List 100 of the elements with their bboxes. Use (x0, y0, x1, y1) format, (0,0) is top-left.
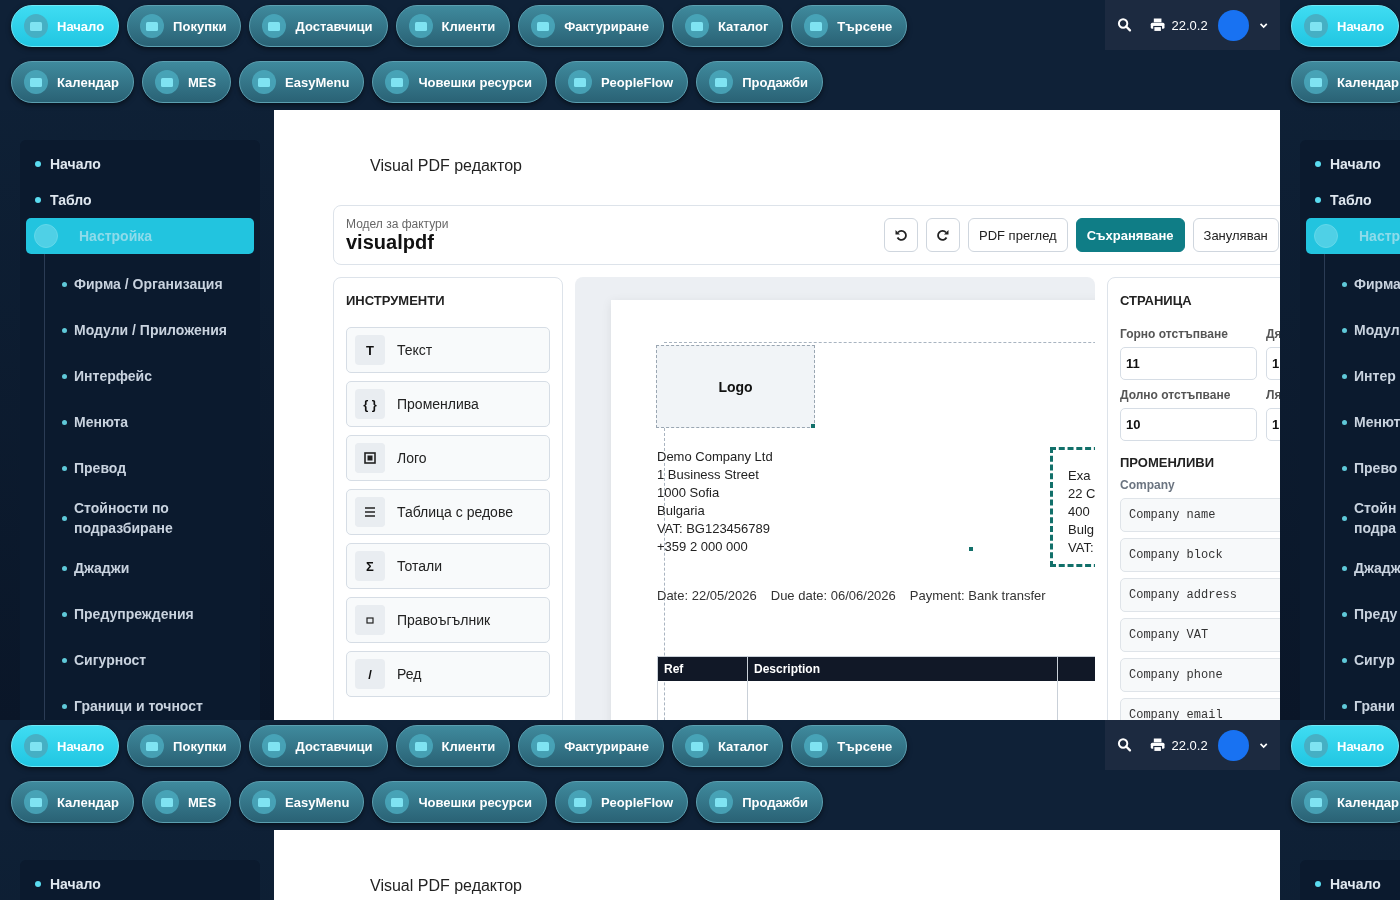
panel-heading: СТРАНИЦА (1120, 293, 1193, 308)
input-field[interactable]: 10 (1120, 408, 1257, 441)
submenu-item[interactable]: Интерфейс (45, 353, 254, 399)
tool-item[interactable]: { } Променлива (346, 381, 550, 427)
tool-item[interactable]: Σ Тотали (346, 543, 550, 589)
submenu-item[interactable]: Прево (1325, 445, 1400, 491)
nav-tab[interactable]: Продажби (696, 781, 823, 823)
submenu-item[interactable]: Преду (1325, 591, 1400, 637)
action-button[interactable]: Зануляван (1192, 218, 1279, 252)
nav-tab[interactable]: Каталог (671, 5, 784, 47)
input-field[interactable]: 11 (1120, 347, 1257, 380)
action-button[interactable]: PDF преглед (968, 218, 1068, 252)
sidebar-item[interactable]: Начало (1306, 146, 1400, 182)
submenu-item[interactable]: Стойн подра (1325, 491, 1400, 545)
submenu-item[interactable]: Фирма (1325, 261, 1400, 307)
nav-tab[interactable]: MES (141, 781, 232, 823)
submenu-item[interactable]: Модул (1325, 307, 1400, 353)
submenu-item[interactable]: Стойности по подразбиране (45, 491, 254, 545)
submenu-item[interactable]: Менют (1325, 399, 1400, 445)
tool-item[interactable]: Лого (346, 435, 550, 481)
nav-tab[interactable]: Календар (1291, 781, 1400, 823)
nav-tab[interactable]: Календар (11, 61, 134, 103)
nav-tab[interactable]: Продажби (696, 61, 823, 103)
sidebar-item[interactable]: Начало (26, 866, 254, 900)
page-title: Visual PDF редактор (370, 877, 523, 895)
submenu-label: Граници и точност (74, 697, 203, 716)
variable-item[interactable]: Company name (1120, 498, 1280, 532)
submenu-item[interactable]: Граници и точност (45, 683, 254, 720)
app-icon (567, 790, 592, 814)
sidebar-item[interactable]: Начало (26, 146, 254, 182)
bullet-icon (62, 565, 67, 571)
redo-button[interactable] (926, 218, 960, 252)
nav-tab[interactable]: Доставчици (249, 725, 388, 767)
input-field[interactable]: 1 (1266, 408, 1280, 441)
action-button[interactable]: Съхраняване (1075, 218, 1185, 252)
submenu-item[interactable]: Джадж (1325, 545, 1400, 591)
nav-tab[interactable]: PeopleFlow (554, 781, 689, 823)
nav-tab[interactable]: EasyMenu (239, 61, 365, 103)
nav-tab[interactable]: Човешки ресурси (372, 61, 547, 103)
sidebar-item[interactable]: Табло (1306, 182, 1400, 218)
nav-tab[interactable]: Търсене (791, 5, 908, 47)
company-line: 1 Business Street (657, 466, 760, 484)
submenu-item[interactable]: Джаджи (45, 545, 254, 591)
nav-tab[interactable]: Търсене (791, 725, 908, 767)
printer-icon[interactable] (1150, 736, 1166, 754)
submenu-item[interactable]: Интер (1325, 353, 1400, 399)
nav-tab[interactable]: Доставчици (249, 5, 388, 47)
nav-tab[interactable]: Клиенти (395, 725, 511, 767)
submenu-item[interactable]: Грани (1325, 683, 1400, 720)
input-field[interactable]: 1 (1266, 347, 1280, 380)
bullet-icon (1342, 703, 1347, 709)
nav-tab[interactable]: Клиенти (395, 5, 511, 47)
submenu-item[interactable]: Фирма / Организация (45, 261, 254, 307)
app-icon (252, 790, 277, 814)
submenu-item[interactable]: Модули / Приложения (45, 307, 254, 353)
resize-handle[interactable] (969, 547, 973, 551)
logo-placeholder[interactable]: Logo (656, 345, 815, 428)
submenu-label: Интерфейс (74, 367, 152, 386)
nav-tab[interactable]: Човешки ресурси (372, 781, 547, 823)
variable-item[interactable]: Company address (1120, 578, 1280, 612)
app-icon (24, 14, 48, 38)
nav-tab[interactable]: EasyMenu (239, 781, 365, 823)
app-icon (24, 790, 48, 814)
tool-item[interactable]: T Текст (346, 327, 550, 373)
nav-tab[interactable]: Фактуриране (518, 5, 664, 47)
variable-item[interactable]: Company email (1120, 698, 1280, 720)
submenu-item[interactable]: Менюта (45, 399, 254, 445)
user-avatar[interactable] (1217, 9, 1249, 41)
nav-tab[interactable]: MES (141, 61, 232, 103)
nav-tab[interactable]: Покупки (127, 5, 242, 47)
submenu-label: Преду (1354, 605, 1398, 624)
nav-tab[interactable]: Календар (1291, 61, 1400, 103)
tool-item[interactable]: Таблица с редове (346, 489, 550, 535)
printer-icon[interactable] (1150, 16, 1166, 34)
sidebar-item[interactable]: Начало (1306, 866, 1400, 900)
field-label: Дя (1266, 327, 1280, 341)
submenu-item[interactable]: Предупреждения (45, 591, 254, 637)
tool-item[interactable]: Правоъгълник (346, 597, 550, 643)
search-icon[interactable] (1117, 736, 1133, 754)
resize-handle[interactable] (811, 424, 815, 428)
nav-tab[interactable]: Календар (11, 781, 134, 823)
search-icon[interactable] (1117, 16, 1133, 34)
variable-item[interactable]: Company block (1120, 538, 1280, 572)
variable-item[interactable]: Company VAT (1120, 618, 1280, 652)
nav-tab[interactable]: PeopleFlow (554, 61, 689, 103)
submenu-item[interactable]: Превод (45, 445, 254, 491)
tool-icon: / (355, 659, 385, 689)
bullet-icon (62, 515, 67, 521)
nav-tab[interactable]: Каталог (671, 725, 784, 767)
submenu-label: Менюта (74, 413, 129, 432)
nav-tab[interactable]: Покупки (127, 725, 242, 767)
submenu-item[interactable]: Сигур (1325, 637, 1400, 683)
variable-item[interactable]: Company phone (1120, 658, 1280, 692)
user-avatar[interactable] (1217, 729, 1249, 761)
sidebar-item[interactable]: Табло (26, 182, 254, 218)
nav-tab[interactable]: Фактуриране (518, 725, 664, 767)
submenu-item[interactable]: Сигурност (45, 637, 254, 683)
app-icon (408, 734, 433, 758)
undo-button[interactable] (884, 218, 918, 252)
tool-item[interactable]: / Ред (346, 651, 550, 697)
